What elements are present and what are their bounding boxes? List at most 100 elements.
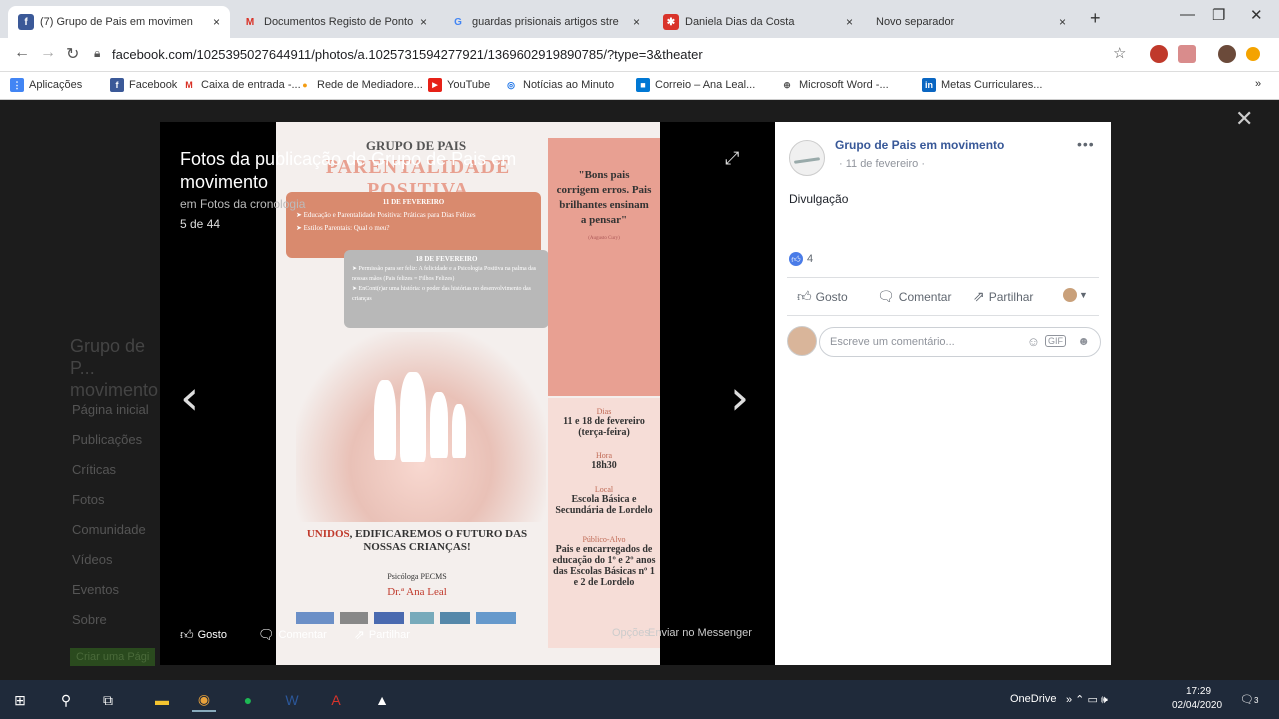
thumbs-up-icon: 👍︎ <box>797 288 812 304</box>
close-viewer-icon[interactable]: ✕ <box>1235 106 1253 132</box>
spotify-icon[interactable]: ● <box>236 688 260 712</box>
bookmarks-more-icon[interactable]: » <box>1255 78 1261 90</box>
session-topic: ➤ Estilos Parentais: Qual o meu? <box>296 224 390 232</box>
page-name-link[interactable]: Grupo de Pais em movimento <box>835 138 1004 152</box>
onedrive-label[interactable]: OneDrive <box>1010 693 1056 705</box>
bookmark-youtube[interactable]: ▶ YouTube <box>428 78 490 92</box>
url-field[interactable]: facebook.com/1025395027644911/photos/a.1… <box>112 47 703 62</box>
update-icon[interactable] <box>1246 47 1260 61</box>
post-date[interactable]: · 11 de fevereiro · <box>839 158 925 170</box>
event-poster-image: GRUPO DE PAIS PARENTALIDADE POSITIVA 11 … <box>276 122 660 665</box>
pdf-icon: ✱ <box>663 14 679 30</box>
close-tab-icon[interactable]: × <box>213 15 220 29</box>
tab-pdf[interactable]: ✱ Daniela Dias da Costa × <box>653 6 863 38</box>
profile-avatar[interactable] <box>1218 45 1236 63</box>
bookmark-apps[interactable]: ⋮ Aplicações <box>10 78 82 92</box>
forward-icon[interactable]: → <box>40 44 56 62</box>
logo-shape <box>410 612 434 624</box>
search-icon[interactable]: ⚲ <box>54 688 78 712</box>
background-page-title: Grupo de P... movimento <box>70 336 159 400</box>
post-details-panel: Grupo de Pais em movimento · 11 de fever… <box>775 122 1111 665</box>
poster-quote: "Bons pais corrigem erros. Pais brilhant… <box>556 169 652 226</box>
reaction-count[interactable]: 👍︎ 4 <box>789 252 813 266</box>
previous-arrow-icon[interactable]: ‹ <box>180 370 199 426</box>
comment-input[interactable]: Escreve um comentário... ☺ GIF ☻ <box>819 327 1101 357</box>
logo-shape <box>374 612 404 624</box>
like-button[interactable]: 👍︎ Gosto <box>797 288 848 305</box>
background-nav-item: Página inicial <box>72 402 149 417</box>
reaction-selector[interactable]: ▼ <box>1063 288 1088 302</box>
sponsor-logos <box>296 608 546 630</box>
bookmark-rede[interactable]: ● Rede de Mediadore... <box>298 78 423 92</box>
viewer-like-button[interactable]: 👍︎ Gosto <box>180 627 227 643</box>
back-icon[interactable]: ← <box>14 44 30 62</box>
background-create-page-button: Criar uma Pági <box>70 648 156 666</box>
close-tab-icon[interactable]: × <box>1059 15 1066 29</box>
figure-shape <box>374 380 396 460</box>
logo-shape <box>340 612 368 624</box>
bookmark-label: Microsoft Word -... <box>799 79 889 91</box>
restore-icon[interactable]: ❐ <box>1212 6 1225 24</box>
bookmark-gmail[interactable]: M Caixa de entrada -... <box>182 78 300 92</box>
extension-icon[interactable] <box>1150 45 1168 63</box>
chrome-icon[interactable]: ◉ <box>192 688 216 712</box>
page-avatar[interactable] <box>789 140 825 176</box>
minimize-icon[interactable]: — <box>1180 6 1195 23</box>
gif-icon[interactable]: GIF <box>1045 335 1066 347</box>
close-tab-icon[interactable]: × <box>633 15 640 29</box>
session-topic: ➤ Educação e Parentalidade Positiva: Prá… <box>296 211 476 219</box>
send-messenger-button[interactable]: Enviar no Messenger <box>648 627 752 639</box>
slogan-text: , EDIFICAREMOS O FUTURO DAS NOSSAS CRIAN… <box>349 528 528 553</box>
noticias-icon: ◎ <box>507 79 515 90</box>
reload-icon[interactable]: ↻ <box>66 44 79 64</box>
tab-facebook[interactable]: f (7) Grupo de Pais em movimen × <box>8 6 230 38</box>
bookmark-facebook[interactable]: f Facebook <box>110 78 177 92</box>
sticker-icon[interactable]: ☻ <box>1077 334 1090 348</box>
logo-shape <box>476 612 516 624</box>
divider <box>787 315 1099 316</box>
lock-icon[interactable]: 🔒︎ <box>94 46 100 61</box>
viewer-options-button[interactable]: Opções <box>612 627 650 639</box>
viewer-subtitle[interactable]: em Fotos da cronologia <box>180 197 305 211</box>
background-nav-item: Críticas <box>72 462 117 477</box>
logo-shape <box>296 612 334 624</box>
acrobat-icon[interactable]: A <box>324 688 348 712</box>
bookmark-word[interactable]: ⊕ Microsoft Word -... <box>780 78 889 92</box>
window-close-icon[interactable]: ✕ <box>1250 6 1263 24</box>
user-avatar[interactable] <box>787 326 817 356</box>
clock-time[interactable]: 17:29 <box>1186 686 1211 697</box>
close-tab-icon[interactable]: × <box>846 15 853 29</box>
bookmark-metas[interactable]: in Metas Curriculares... <box>922 78 1042 92</box>
photos-icon[interactable]: ▲ <box>370 688 394 712</box>
tab-google[interactable]: G guardas prisionais artigos stre × <box>440 6 650 38</box>
tab-gmail[interactable]: M Documentos Registo de Ponto × <box>232 6 437 38</box>
bookmark-noticias[interactable]: ◎ Notícias ao Minuto <box>504 78 614 92</box>
bookmark-label: Notícias ao Minuto <box>523 79 615 91</box>
emoji-icon[interactable]: ☺ <box>1027 334 1040 349</box>
comment-button[interactable]: 🗨︎ Comentar <box>877 288 951 305</box>
bookmarks-bar: ⋮ Aplicações f Facebook M Caixa de entrada … <box>0 72 1279 100</box>
viewer-comment-button[interactable]: 🗨︎ Comentar <box>258 627 327 643</box>
task-view-icon[interactable]: ⧉ <box>96 688 120 712</box>
avatar-swoosh <box>793 157 821 164</box>
clock-date[interactable]: 02/04/2020 <box>1172 700 1222 711</box>
comment-label: Comentar <box>898 289 952 304</box>
next-arrow-icon[interactable]: › <box>730 370 749 426</box>
tab-new[interactable]: Novo separador × <box>866 6 1076 38</box>
tray-icons[interactable]: » ⌃ ▭ 🕪︎ <box>1066 693 1108 707</box>
google-icon: G <box>454 16 462 28</box>
new-tab-button[interactable]: + <box>1090 8 1101 29</box>
share-button[interactable]: ⇗ Partilhar <box>973 288 1033 305</box>
file-explorer-icon[interactable]: ▬ <box>150 688 174 712</box>
pdf-extension-icon[interactable] <box>1178 45 1196 63</box>
bookmark-correio[interactable]: ■ Correio – Ana Leal... <box>636 78 755 92</box>
notification-icon[interactable]: 🗨︎3 <box>1240 693 1258 706</box>
viewer-share-button[interactable]: ⇗ Partilhar <box>354 627 410 643</box>
word-icon[interactable]: W <box>280 688 304 712</box>
star-icon[interactable]: ☆ <box>1113 44 1126 62</box>
close-tab-icon[interactable]: × <box>420 15 427 29</box>
viewer-title: Fotos da publicação de Grupo de Pais em … <box>180 149 517 192</box>
more-options-icon[interactable]: ••• <box>1077 136 1095 152</box>
fullscreen-icon[interactable]: ⤢ <box>725 148 739 169</box>
windows-start-icon[interactable]: ⊞ <box>8 688 32 712</box>
